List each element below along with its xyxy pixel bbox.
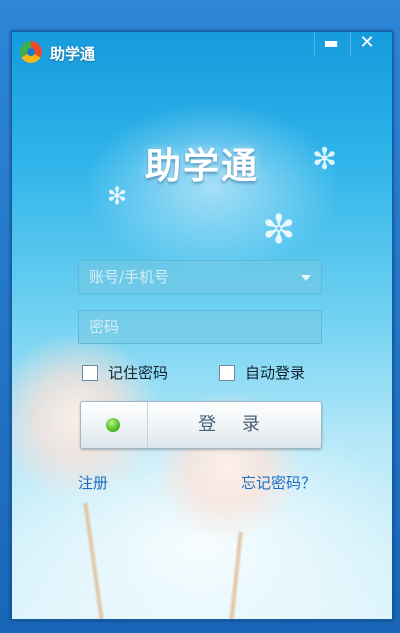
minimize-button[interactable]: ▬ bbox=[314, 32, 347, 56]
auto-login-option[interactable]: 自动登录 bbox=[219, 362, 305, 383]
login-label: 登 录 bbox=[198, 414, 270, 435]
chevron-down-icon[interactable] bbox=[301, 275, 311, 281]
app-logo-icon bbox=[20, 41, 42, 63]
password-input[interactable] bbox=[79, 311, 321, 343]
remember-password-option[interactable]: 记住密码 bbox=[82, 362, 168, 383]
remember-password-checkbox[interactable] bbox=[82, 364, 98, 381]
dandelion-seed-icon: ✼ bbox=[262, 207, 296, 253]
title-bar[interactable]: 助学通 ▬ ✕ bbox=[12, 32, 392, 72]
auto-login-checkbox[interactable] bbox=[219, 364, 235, 381]
account-field[interactable] bbox=[78, 260, 322, 294]
online-status-selector[interactable] bbox=[81, 402, 148, 448]
remember-password-label: 记住密码 bbox=[108, 364, 169, 382]
close-button[interactable]: ✕ bbox=[350, 32, 383, 56]
brand-logo-text: 助学通 bbox=[144, 146, 259, 187]
auto-login-label: 自动登录 bbox=[245, 364, 306, 382]
login-button[interactable]: 登 录 bbox=[80, 401, 322, 449]
login-window: ✻ ✻ ✼ 助学通 ▬ ✕ 助学通 记住密码 自动登录 登 录 注册 忘记密码？ bbox=[11, 31, 393, 620]
minimize-icon: ▬ bbox=[323, 33, 339, 52]
register-link[interactable]: 注册 bbox=[78, 472, 108, 493]
close-icon: ✕ bbox=[359, 32, 375, 53]
window-title: 助学通 bbox=[50, 45, 96, 63]
account-input[interactable] bbox=[79, 261, 321, 293]
online-status-icon bbox=[106, 418, 120, 432]
forgot-password-link[interactable]: 忘记密码？ bbox=[241, 472, 316, 493]
password-field[interactable] bbox=[78, 310, 322, 344]
